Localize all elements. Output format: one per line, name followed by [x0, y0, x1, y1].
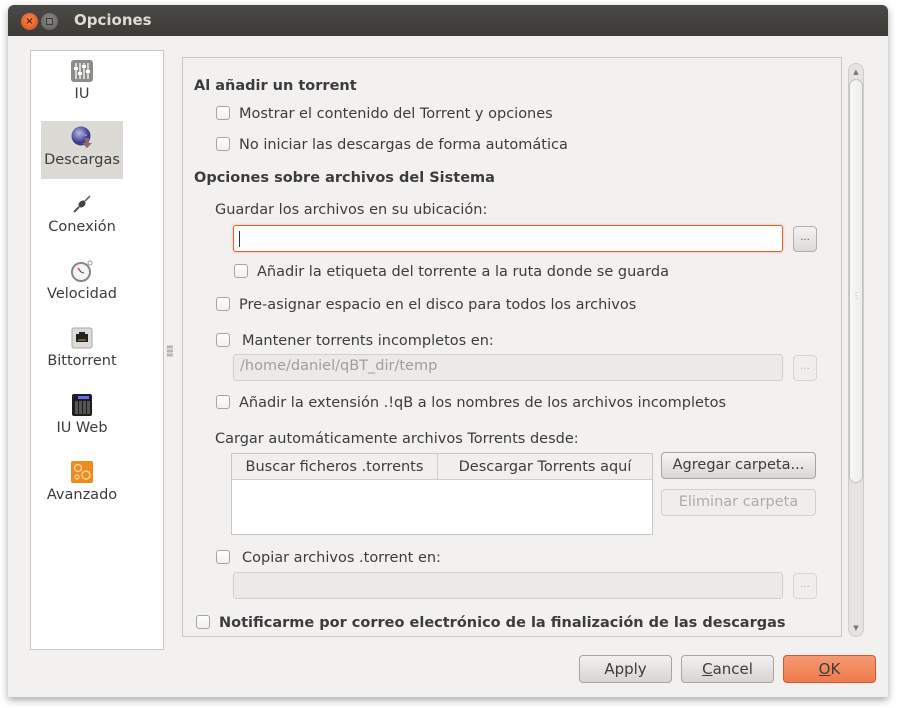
close-icon[interactable]: ×: [21, 13, 38, 30]
preallocate-checkbox[interactable]: [216, 297, 230, 311]
server-icon: [72, 394, 92, 416]
sidebar: IU Descargas Conexión Velocidad Bittorre…: [30, 50, 164, 650]
sidebar-item-label: Avanzado: [46, 487, 118, 503]
scroll-up-arrow-icon[interactable]: ▲: [848, 65, 864, 79]
copy-torrent-option[interactable]: Copiar archivos .torrent en:: [216, 550, 441, 566]
options-dialog: × Opciones IU Descargas Conexión Velocid…: [8, 5, 888, 697]
network-port-icon: [71, 327, 93, 349]
save-location-label: Guardar los archivos en su ubicación:: [215, 202, 488, 218]
append-label-option[interactable]: Añadir la etiqueta del torrente a la rut…: [234, 264, 669, 280]
copy-torrent-path-input[interactable]: [233, 572, 783, 599]
incomplete-path-input[interactable]: /home/daniel/qBT_dir/temp: [233, 354, 783, 381]
append-qb-extension-checkbox[interactable]: [216, 395, 230, 409]
show-content-checkbox[interactable]: [216, 106, 230, 120]
sidebar-item-velocidad[interactable]: Velocidad: [41, 255, 123, 313]
sidebar-item-label: IU Web: [56, 420, 108, 436]
dont-start-option[interactable]: No iniciar las descargas de forma automá…: [216, 137, 568, 153]
keep-incomplete-option[interactable]: Mantener torrents incompletos en:: [216, 333, 494, 349]
sidebar-item-conexion[interactable]: Conexión: [41, 188, 123, 246]
sidebar-item-label: Descargas: [44, 152, 120, 168]
append-qb-extension-label: Añadir la extensión .!qB a los nombres d…: [239, 395, 727, 411]
sidebar-item-label: Conexión: [48, 219, 116, 235]
browse-save-location-button[interactable]: ...: [793, 226, 817, 252]
advanced-gears-icon: [71, 461, 93, 483]
table-header: Buscar ficheros .torrents Descargar Torr…: [232, 454, 652, 480]
vertical-scrollbar[interactable]: ▲ --- ▼: [848, 63, 864, 637]
append-qb-extension-option[interactable]: Añadir la extensión .!qB a los nombres d…: [216, 395, 726, 411]
ok-button[interactable]: OK: [783, 655, 876, 683]
dont-start-checkbox[interactable]: [216, 137, 230, 151]
sidebar-item-label: Bittorrent: [47, 353, 117, 369]
show-content-label: Mostrar el contenido del Torrent y opcio…: [239, 106, 553, 122]
downloads-settings-panel: Al añadir un torrent Mostrar el contenid…: [182, 57, 842, 637]
keep-incomplete-label: Mantener torrents incompletos en:: [242, 333, 494, 349]
browse-copy-torrent-path-button[interactable]: ...: [793, 573, 817, 599]
autoload-label: Cargar automáticamente archivos Torrents…: [215, 431, 579, 447]
notify-email-checkbox[interactable]: [196, 615, 210, 629]
sidebar-splitter-handle[interactable]: ▬ ▬ ▬: [166, 343, 174, 359]
save-location-input[interactable]: [233, 225, 783, 252]
sidebar-item-label: IU: [74, 86, 90, 102]
remove-folder-button[interactable]: Eliminar carpeta: [661, 489, 816, 516]
dont-start-label: No iniciar las descargas de forma automá…: [239, 137, 568, 153]
globe-download-icon: [71, 126, 92, 148]
ok-label-rest: K: [830, 660, 841, 678]
cancel-mnemonic: C: [702, 660, 713, 678]
preallocate-option[interactable]: Pre-asignar espacio en el disco para tod…: [216, 297, 636, 313]
sidebar-item-avanzado[interactable]: Avanzado: [41, 456, 123, 514]
add-folder-button[interactable]: Agregar carpeta...: [661, 452, 816, 479]
column-header-download-here[interactable]: Descargar Torrents aquí: [438, 454, 652, 480]
scrollbar-thumb[interactable]: ---: [849, 79, 863, 483]
ok-mnemonic: O: [818, 660, 831, 678]
copy-torrent-checkbox[interactable]: [216, 550, 230, 564]
append-label-checkbox[interactable]: [234, 264, 248, 278]
scroll-down-arrow-icon[interactable]: ▼: [848, 621, 864, 635]
grip-icon: ---: [855, 289, 858, 303]
section-heading-add-torrent: Al añadir un torrent: [194, 78, 357, 94]
stopwatch-icon: [71, 260, 93, 282]
notify-email-label: Notificarme por correo electrónico de la…: [219, 615, 786, 631]
notify-email-option[interactable]: Notificarme por correo electrónico de la…: [196, 615, 786, 631]
text-caret: [239, 231, 240, 247]
browse-incomplete-path-button[interactable]: ...: [793, 355, 817, 381]
copy-torrent-label: Copiar archivos .torrent en:: [242, 550, 441, 566]
sidebar-item-descargas[interactable]: Descargas: [41, 121, 123, 179]
maximize-icon[interactable]: [41, 13, 58, 30]
section-heading-filesystem: Opciones sobre archivos del Sistema: [194, 170, 495, 186]
cancel-label-rest: ancel: [712, 660, 753, 678]
title-bar: × Opciones: [8, 5, 888, 36]
sidebar-item-bittorrent[interactable]: Bittorrent: [41, 322, 123, 380]
sidebar-item-iu-web[interactable]: IU Web: [41, 389, 123, 447]
column-header-watch-folder[interactable]: Buscar ficheros .torrents: [232, 454, 438, 480]
autoload-folders-table[interactable]: Buscar ficheros .torrents Descargar Torr…: [231, 453, 653, 535]
cancel-button[interactable]: Cancel: [681, 655, 774, 683]
preallocate-label: Pre-asignar espacio en el disco para tod…: [239, 297, 637, 313]
append-label-text: Añadir la etiqueta del torrente a la rut…: [257, 264, 669, 280]
sidebar-item-iu[interactable]: IU: [41, 55, 123, 113]
window-title: Opciones: [74, 11, 152, 29]
sidebar-item-label: Velocidad: [47, 286, 117, 302]
keep-incomplete-checkbox[interactable]: [216, 333, 230, 347]
apply-button[interactable]: Apply: [579, 655, 672, 683]
plug-icon: [73, 195, 91, 213]
show-content-option[interactable]: Mostrar el contenido del Torrent y opcio…: [216, 106, 553, 122]
equalizer-icon: [71, 60, 93, 82]
